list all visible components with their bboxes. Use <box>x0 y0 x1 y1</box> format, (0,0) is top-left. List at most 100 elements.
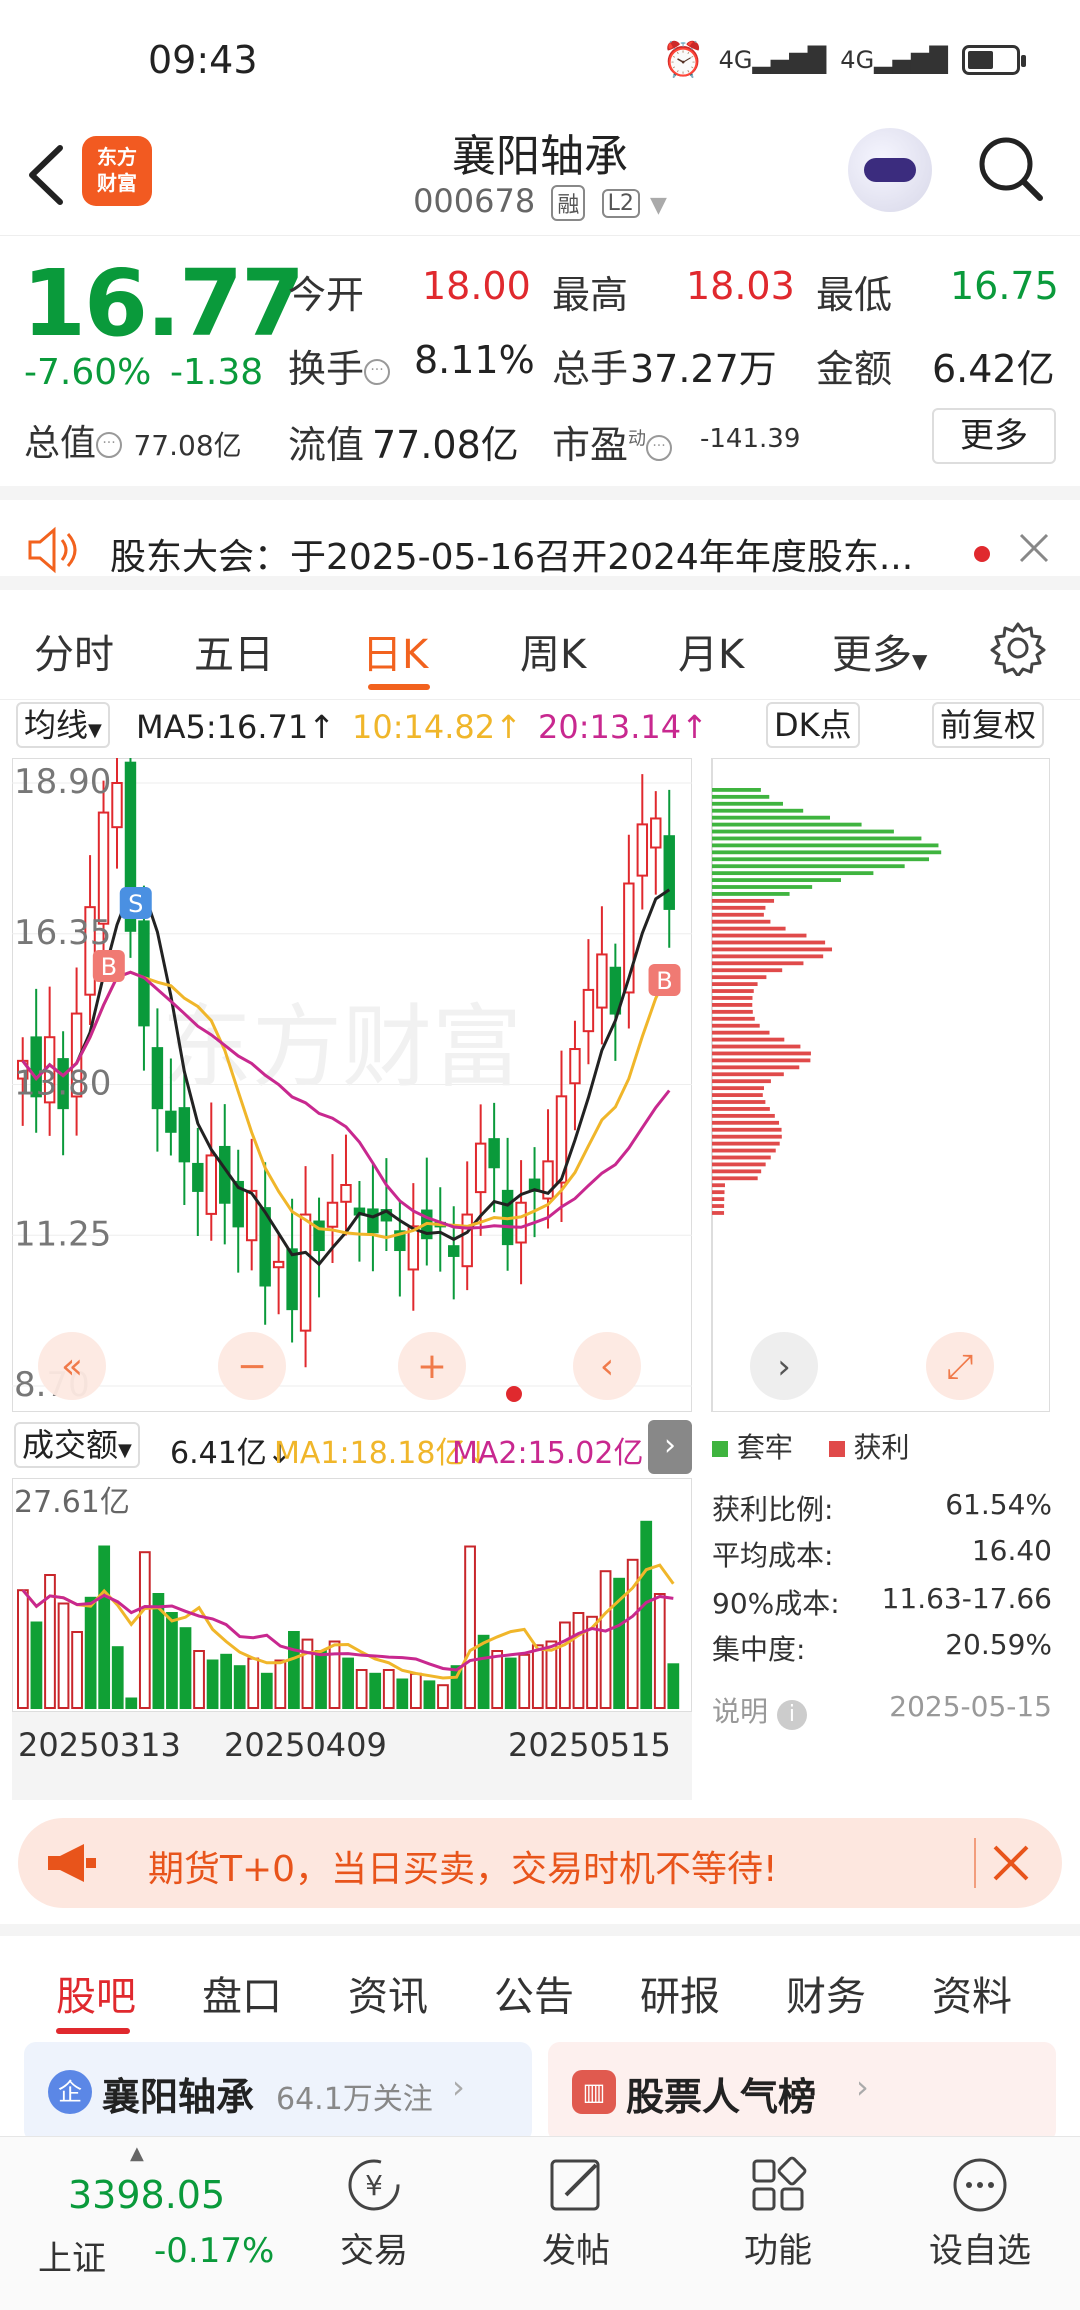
tab-research[interactable]: 研报 <box>640 1964 720 2022</box>
battery-icon <box>962 45 1026 75</box>
candle-body <box>461 1213 473 1268</box>
tab-order-book[interactable]: 盘口 <box>202 1964 282 2022</box>
volume-bar <box>464 1545 476 1709</box>
dropdown-triangle-icon[interactable]: ▼ <box>650 193 667 218</box>
scroll-left-icon-glyph: ‹ <box>600 1346 614 1387</box>
nav-features[interactable]: 功能 <box>718 2155 838 2272</box>
company-badge-icon: 企 <box>48 2070 92 2114</box>
tab-financials[interactable]: 财务 <box>786 1964 866 2022</box>
notice-text: 股东大会：于2025-05-16召开2024年年度股东... <box>110 537 914 578</box>
nav-trade[interactable]: ¥ 交易 <box>314 2155 434 2272</box>
close-icon[interactable] <box>992 1844 1030 1882</box>
chip-bar <box>712 947 833 952</box>
index-name[interactable]: 上证 <box>38 2231 106 2280</box>
notice-bar[interactable]: 股东大会：于2025-05-16召开2024年年度股东... <box>0 486 1080 590</box>
nav-add-watchlist[interactable]: 设自选 <box>920 2155 1040 2272</box>
chip-bar <box>712 1197 725 1202</box>
fullscreen-icon-glyph: ⤢ <box>946 1347 973 1387</box>
high-label: 最高 <box>552 273 629 317</box>
volume-bar <box>57 1602 70 1709</box>
tab-announcements[interactable]: 公告 <box>494 1964 574 2022</box>
chip-bar <box>712 885 813 889</box>
stock-forum-card[interactable]: 企 襄阳轴承 64.1万关注 › <box>24 2042 532 2142</box>
chip-distribution-chart: › ⤢ <box>711 758 1050 1412</box>
chip-bar <box>712 1127 782 1132</box>
status-bar: 09:43 ⏰ 4G▂▄▆█ 4G▂▄▆█ <box>0 0 1080 110</box>
tab-monthly-k[interactable]: 月K <box>678 622 744 680</box>
divider <box>974 1838 976 1888</box>
settings-gear-icon[interactable] <box>990 620 1046 676</box>
dk-point-button[interactable]: DK点 <box>766 702 860 748</box>
index-value[interactable]: 3398.05 <box>68 2173 225 2217</box>
info-dots-icon[interactable]: ··· <box>646 434 673 461</box>
chip-bar <box>712 1030 770 1035</box>
info-icon[interactable]: i <box>776 1700 807 1730</box>
nav-post[interactable]: 发帖 <box>516 2155 636 2272</box>
position-dot <box>506 1386 522 1402</box>
ma-select[interactable]: 均线▼ <box>16 702 110 748</box>
float-cap-label: 流值 <box>288 423 365 467</box>
chip-bar <box>712 1113 775 1118</box>
volume-max-label: 27.61亿 <box>14 1485 130 1520</box>
open-value: 18.00 <box>422 264 531 308</box>
tab-five-day[interactable]: 五日 <box>194 622 274 680</box>
candle-body <box>569 1048 581 1085</box>
more-dots-icon <box>953 2158 1007 2212</box>
volume-bar <box>342 1657 354 1710</box>
tab-news[interactable]: 资讯 <box>348 1964 428 2022</box>
futures-ad-banner[interactable]: 期货T+0，当日买卖，交易时机不等待! <box>18 1818 1062 1908</box>
market-cap-value: 77.08亿 <box>133 429 242 462</box>
svg-text:¥: ¥ <box>365 2169 383 2202</box>
chip-bar <box>712 982 758 987</box>
card-title: 襄阳轴承 <box>102 2075 255 2119</box>
tab-profile[interactable]: 资料 <box>932 1964 1012 2022</box>
chip-bar <box>712 1107 770 1111</box>
index-change[interactable]: -0.17% <box>154 2231 274 2271</box>
chip-bar <box>712 954 824 959</box>
signal-icon-2: 4G▂▄▆█ <box>840 46 948 74</box>
active-tab-indicator <box>368 684 430 690</box>
ad-text: 期货T+0，当日买卖，交易时机不等待! <box>148 1849 778 1890</box>
y-axis-label: 18.90 <box>14 762 111 802</box>
chip-bar <box>712 892 790 896</box>
chip-bar <box>712 878 841 882</box>
chip-bar <box>712 1100 766 1104</box>
adjust-button[interactable]: 前复权 <box>932 702 1045 748</box>
popularity-rank-card[interactable]: ▥ 股票人气榜 › <box>548 2042 1056 2142</box>
candlestick-chart[interactable]: 东方财富 18.9016.3513.8011.258.70 SBB «−+‹ <box>12 758 692 1412</box>
signal-icon: 4G▂▄▆█ <box>718 46 827 74</box>
chip-bar <box>712 1079 771 1084</box>
chip-bar <box>712 1044 801 1049</box>
volume-ma2: MA2:15.02亿↓ <box>452 1436 669 1471</box>
rank-chart-icon: ▥ <box>572 2070 616 2114</box>
ma5-value: MA5:16.71↑ <box>136 708 336 746</box>
tab-more[interactable]: 更多▼ <box>832 622 927 680</box>
volume-chart: 27.61亿 <box>12 1478 692 1712</box>
tab-intraday[interactable]: 分时 <box>34 622 114 680</box>
tab-forum[interactable]: 股吧 <box>56 1964 136 2022</box>
info-dots-icon[interactable]: ··· <box>96 432 123 458</box>
volume-bar <box>531 1644 544 1710</box>
volume-select[interactable]: 成交额▼ <box>14 1422 140 1468</box>
more-button[interactable]: 更多 <box>932 408 1056 464</box>
grid-features-icon <box>752 2156 807 2211</box>
chip-bar <box>712 912 764 917</box>
close-icon[interactable] <box>1018 532 1050 564</box>
tab-daily-k[interactable]: 日K <box>362 622 428 680</box>
chip-bar <box>712 940 826 945</box>
chip-bar <box>712 822 862 827</box>
volume-value: 37.27万 <box>630 347 777 391</box>
alarm-icon: ⏰ <box>662 40 705 80</box>
tab-weekly-k[interactable]: 周K <box>520 622 586 680</box>
info-dots-icon[interactable]: ··· <box>364 358 391 385</box>
volume-bar <box>274 1659 287 1709</box>
change-percent: -7.60% <box>24 352 152 393</box>
search-icon[interactable] <box>976 134 1046 204</box>
candle-body <box>582 988 595 1033</box>
expand-arrow-icon[interactable]: › <box>648 1420 692 1474</box>
chip-bar <box>712 1183 725 1188</box>
chip-bar <box>712 836 922 841</box>
chip-bar <box>712 1065 800 1070</box>
chip-note-row: 说明 i 2025-05-15 <box>712 1690 1052 1730</box>
candle-body <box>286 1248 298 1311</box>
